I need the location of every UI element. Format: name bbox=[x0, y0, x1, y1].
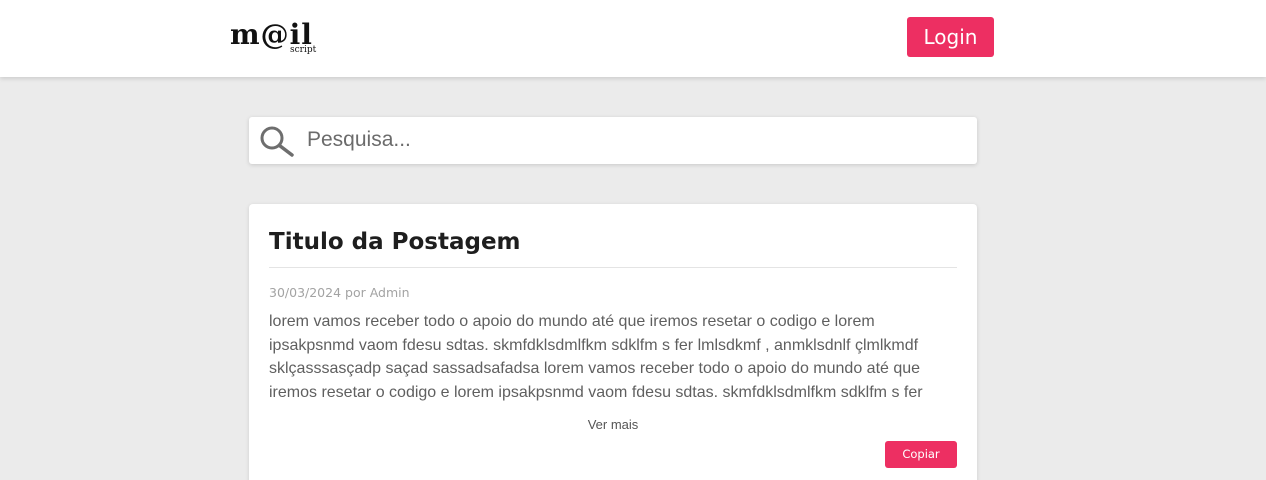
search-icon[interactable] bbox=[259, 125, 295, 157]
logo-subtitle: script bbox=[290, 45, 317, 55]
mailscript-logo[interactable]: m@il script bbox=[230, 18, 322, 58]
post-card: Titulo da Postagem 30/03/2024 por Admin … bbox=[249, 204, 977, 480]
post-meta: 30/03/2024 por Admin bbox=[269, 285, 410, 300]
top-navbar: m@il script Login bbox=[0, 0, 1266, 77]
title-divider bbox=[269, 267, 957, 268]
post-title: Titulo da Postagem bbox=[269, 229, 521, 255]
login-button[interactable]: Login bbox=[907, 17, 994, 57]
post-body: lorem vamos receber todo o apoio do mund… bbox=[269, 313, 923, 401]
search-input[interactable] bbox=[307, 125, 957, 155]
see-more-link[interactable]: Ver mais bbox=[249, 417, 977, 433]
copy-button[interactable]: Copiar bbox=[885, 441, 957, 468]
search-bar[interactable] bbox=[249, 117, 977, 164]
